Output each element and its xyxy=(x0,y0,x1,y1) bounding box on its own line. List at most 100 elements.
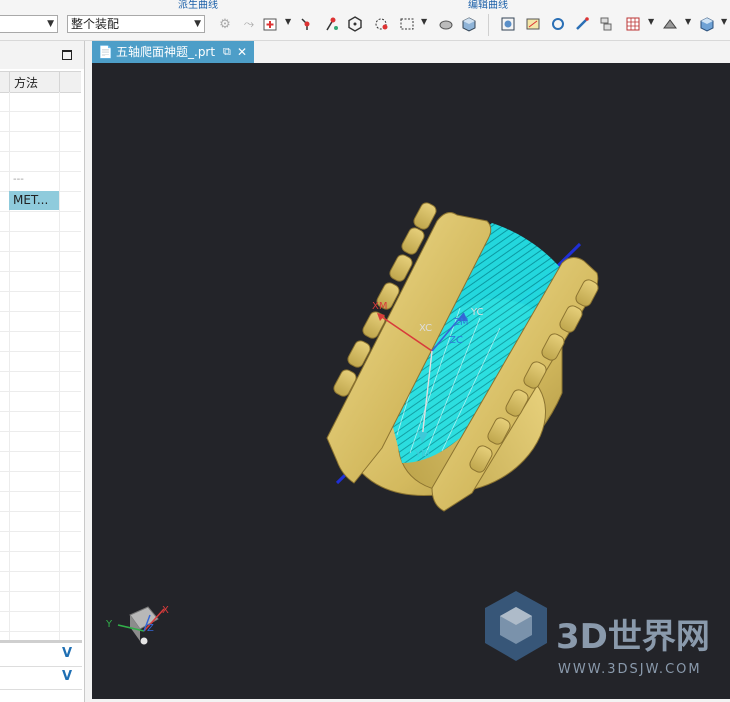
close-icon[interactable]: ✕ xyxy=(237,41,247,63)
table-row[interactable] xyxy=(0,212,81,232)
object-icon[interactable] xyxy=(372,15,390,33)
graphics-tab-bar: 📄 五轴爬面神题_.prt ⧉ ✕ xyxy=(92,41,730,63)
maximize-icon[interactable] xyxy=(62,50,72,60)
chevron-down-icon[interactable]: ▼ xyxy=(648,17,654,26)
grid-icon[interactable] xyxy=(624,15,642,33)
group-label-edit-curve: 编辑曲线 xyxy=(468,0,508,11)
detach-icon[interactable]: ⧉ xyxy=(223,41,231,63)
toolbar: 派生曲线 编辑曲线 ▼ 整个装配 ▼ ⚙ ⤳ ▼ ▼ ▼ ▼ ▼ xyxy=(0,0,730,41)
vector-icon xyxy=(326,17,338,31)
details-section[interactable]: V xyxy=(0,644,82,667)
object-icon xyxy=(375,18,388,30)
watermark-title: 3D世界网 xyxy=(556,617,710,657)
shaded-view-icon xyxy=(501,17,515,31)
grid-line xyxy=(59,92,60,640)
assembly-scope-value: 整个装配 xyxy=(71,17,120,31)
table-row[interactable] xyxy=(0,532,81,552)
view-triad[interactable] xyxy=(117,606,165,645)
graphics-viewport[interactable]: XM XC ZM ZC YC YM X Y Z 3D世界网 WWW.3DSJW.… xyxy=(92,63,730,699)
table-row[interactable] xyxy=(0,132,81,152)
table-row[interactable] xyxy=(0,232,81,252)
column-header-method[interactable]: 方法 xyxy=(14,74,38,91)
table-row[interactable] xyxy=(0,292,81,312)
assembly-pos-icon[interactable]: ⚙ xyxy=(216,15,234,33)
snap-point-icon[interactable] xyxy=(262,15,280,33)
panel-splitter[interactable] xyxy=(0,640,82,643)
method-cell-selected[interactable]: MET... xyxy=(9,191,59,210)
model-canvas[interactable]: XM XC ZM ZC YC YM X Y Z 3D世界网 WWW.3DSJW.… xyxy=(92,63,730,699)
triad-y-label: Y xyxy=(105,619,113,630)
watermark-url: WWW.3DSJW.COM xyxy=(558,662,702,677)
table-row[interactable] xyxy=(0,272,81,292)
grid-icon xyxy=(626,17,640,31)
table-row[interactable] xyxy=(0,572,81,592)
table-row[interactable] xyxy=(0,612,81,632)
layer-icon[interactable] xyxy=(597,15,615,33)
chevron-down-icon[interactable]: V xyxy=(62,669,72,684)
rotate-view-icon[interactable] xyxy=(549,15,567,33)
column-divider[interactable] xyxy=(9,72,10,92)
table-row[interactable] xyxy=(0,112,81,132)
column-divider[interactable] xyxy=(59,72,60,92)
operation-navigator: 方法 --- MET... V V xyxy=(0,41,85,702)
group-label-derived-curve: 派生曲线 xyxy=(178,0,218,11)
chevron-down-icon[interactable]: ▼ xyxy=(421,17,427,26)
chevron-down-icon[interactable]: ▼ xyxy=(685,17,691,26)
point-constructor-icon xyxy=(301,18,310,30)
axis-label-xm: XM xyxy=(372,301,387,312)
chevron-down-icon[interactable]: V xyxy=(62,646,72,661)
table-row[interactable] xyxy=(0,332,81,352)
hexagon-icon xyxy=(348,16,362,32)
cube-icon[interactable] xyxy=(698,15,716,33)
section-view-icon xyxy=(439,20,453,30)
table-row[interactable] xyxy=(0,252,81,272)
point-constructor-icon[interactable] xyxy=(298,15,316,33)
solid-view-icon[interactable] xyxy=(460,15,478,33)
triad-x-label: X xyxy=(162,605,169,616)
table-row[interactable] xyxy=(0,152,81,172)
chevron-down-icon[interactable]: ▼ xyxy=(721,17,727,26)
axis-label-yc: YC xyxy=(470,307,484,318)
axis-label-xc: XC xyxy=(419,323,432,334)
table-row[interactable] xyxy=(0,412,81,432)
pen-icon[interactable] xyxy=(573,15,591,33)
display-icon xyxy=(663,19,677,29)
table-row[interactable] xyxy=(0,592,81,612)
vector-icon[interactable] xyxy=(322,15,340,33)
hexagon-icon[interactable] xyxy=(346,15,364,33)
chevron-down-icon: ▼ xyxy=(47,19,54,29)
box-select-icon[interactable] xyxy=(398,15,416,33)
table-row[interactable] xyxy=(0,512,81,532)
assembly-scope-combo[interactable]: 整个装配 ▼ xyxy=(67,15,205,33)
dependencies-section[interactable]: V xyxy=(0,667,82,690)
selection-filter-combo[interactable]: ▼ xyxy=(0,15,58,33)
wireframe-view-icon[interactable] xyxy=(524,15,542,33)
table-row[interactable] xyxy=(0,472,81,492)
wireframe-view-icon xyxy=(526,18,540,30)
display-icon[interactable] xyxy=(661,15,679,33)
chevron-down-icon[interactable]: ▼ xyxy=(285,17,291,26)
solid-view-icon xyxy=(462,17,476,32)
table-row[interactable] xyxy=(0,432,81,452)
tab-part-file[interactable]: 📄 五轴爬面神题_.prt ⧉ ✕ xyxy=(92,41,254,63)
table-row[interactable] xyxy=(0,352,81,372)
table-row[interactable] xyxy=(0,552,81,572)
table-row[interactable] xyxy=(0,312,81,332)
shaded-view-icon[interactable] xyxy=(499,15,517,33)
table-row[interactable] xyxy=(0,392,81,412)
table-row[interactable] xyxy=(0,492,81,512)
axis-label-zc: ZC xyxy=(449,335,463,346)
chevron-down-icon: ▼ xyxy=(194,19,201,29)
table-row[interactable] xyxy=(0,372,81,392)
constraint-icon[interactable]: ⤳ xyxy=(240,15,258,33)
navigator-column-header: 方法 xyxy=(0,71,81,93)
section-view-icon[interactable] xyxy=(437,15,455,33)
toolbar-separator xyxy=(488,14,489,36)
box-select-icon xyxy=(400,18,414,30)
table-row[interactable] xyxy=(0,452,81,472)
table-row[interactable] xyxy=(0,92,81,112)
part-file-icon: 📄 xyxy=(98,45,113,59)
pen-icon xyxy=(576,17,589,30)
triad-z-label: Z xyxy=(147,623,154,634)
navigator-header xyxy=(0,41,84,69)
